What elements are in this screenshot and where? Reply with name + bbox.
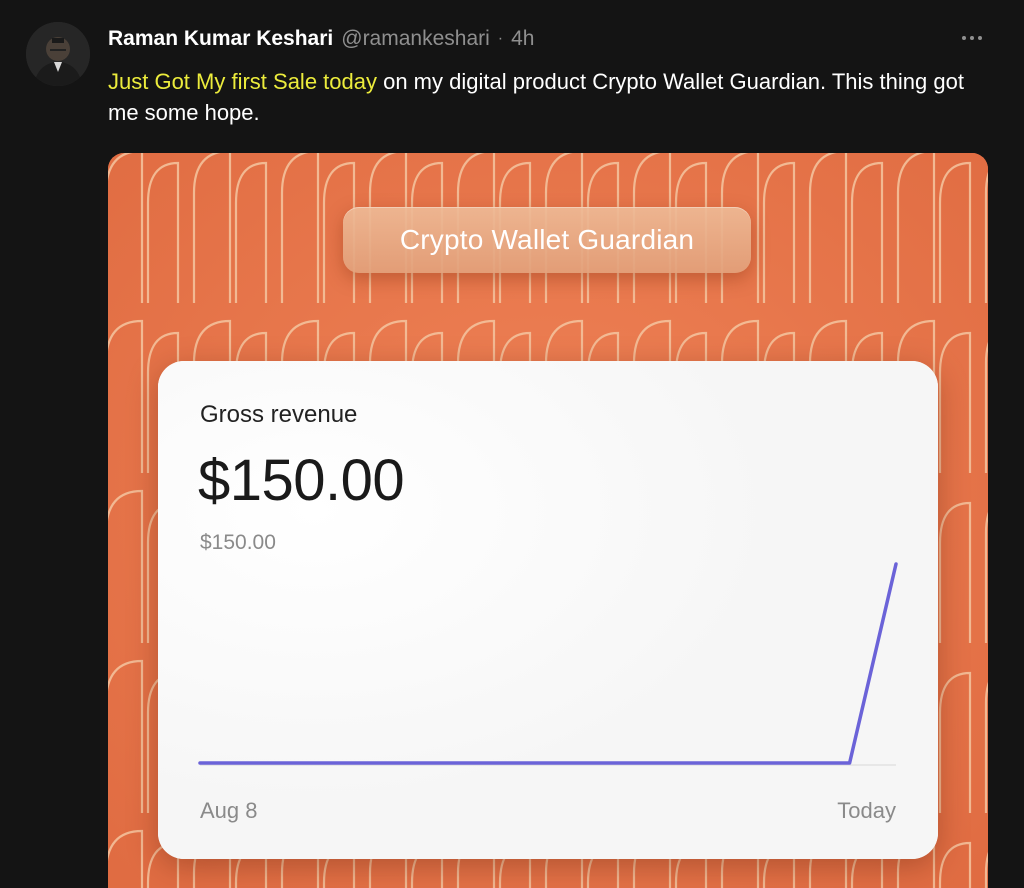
revenue-card: Gross revenue $150.00 $150.00 Aug 8 Toda… bbox=[158, 361, 938, 859]
more-horizontal-icon bbox=[962, 36, 982, 40]
gross-revenue-amount: $150.00 bbox=[198, 448, 405, 513]
avatar[interactable] bbox=[26, 22, 90, 86]
x-axis-start-label: Aug 8 bbox=[200, 798, 258, 823]
post-media-image[interactable]: Crypto Wallet Guardian Gross revenue $15… bbox=[108, 153, 988, 888]
product-title-badge: Crypto Wallet Guardian bbox=[343, 207, 751, 273]
x-axis-end-label: Today bbox=[837, 798, 896, 823]
avatar-image bbox=[26, 22, 90, 86]
more-options-button[interactable] bbox=[956, 26, 988, 50]
post-text-highlight: Just Got My first Sale today bbox=[108, 69, 377, 94]
chart-max-value: $150.00 bbox=[200, 531, 276, 554]
author-handle[interactable]: @ramankeshari bbox=[341, 27, 490, 51]
gross-revenue-label: Gross revenue bbox=[200, 401, 358, 428]
post-header: Raman Kumar Keshari @ramankeshari · 4h bbox=[108, 24, 534, 54]
post-text: Just Got My first Sale today on my digit… bbox=[108, 66, 988, 128]
separator-dot: · bbox=[497, 30, 504, 47]
product-title: Crypto Wallet Guardian bbox=[399, 224, 695, 255]
author-name[interactable]: Raman Kumar Keshari bbox=[108, 27, 333, 51]
post-timestamp[interactable]: 4h bbox=[511, 27, 534, 51]
revenue-line-chart bbox=[158, 361, 938, 859]
post: Raman Kumar Keshari @ramankeshari · 4h J… bbox=[0, 0, 1024, 888]
